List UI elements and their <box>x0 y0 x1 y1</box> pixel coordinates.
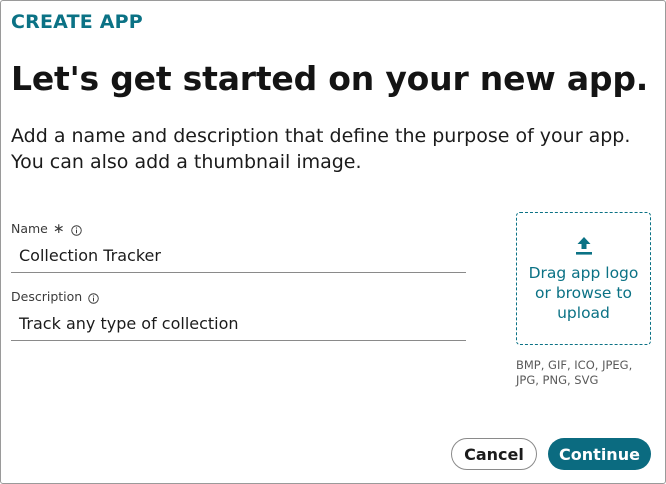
name-field-label-row: Name ∗ <box>11 221 82 237</box>
info-icon[interactable] <box>88 292 99 304</box>
cancel-button[interactable]: Cancel <box>451 438 537 470</box>
info-icon[interactable] <box>70 224 82 236</box>
dropzone-text: Drag app logo or browse to upload <box>528 263 639 322</box>
required-asterisk: ∗ <box>52 221 65 237</box>
supported-formats: BMP, GIF, ICO, JPEG, JPG, PNG, SVG <box>516 358 633 387</box>
upload-icon <box>573 235 595 257</box>
description-label: Description <box>11 289 83 304</box>
create-app-dialog: CREATE APP Let's get started on your new… <box>0 0 666 484</box>
continue-button[interactable]: Continue <box>548 438 651 470</box>
dialog-eyebrow: CREATE APP <box>11 11 143 33</box>
dialog-subtitle: Add a name and description that define t… <box>11 125 631 173</box>
dialog-title: Let's get started on your new app. <box>11 59 649 98</box>
name-input[interactable]: Collection Tracker <box>11 241 466 273</box>
description-field-label-row: Description <box>11 289 99 305</box>
description-input[interactable]: Track any type of collection <box>11 309 466 341</box>
name-label: Name <box>11 221 48 236</box>
thumbnail-dropzone[interactable]: Drag app logo or browse to upload <box>516 212 651 345</box>
